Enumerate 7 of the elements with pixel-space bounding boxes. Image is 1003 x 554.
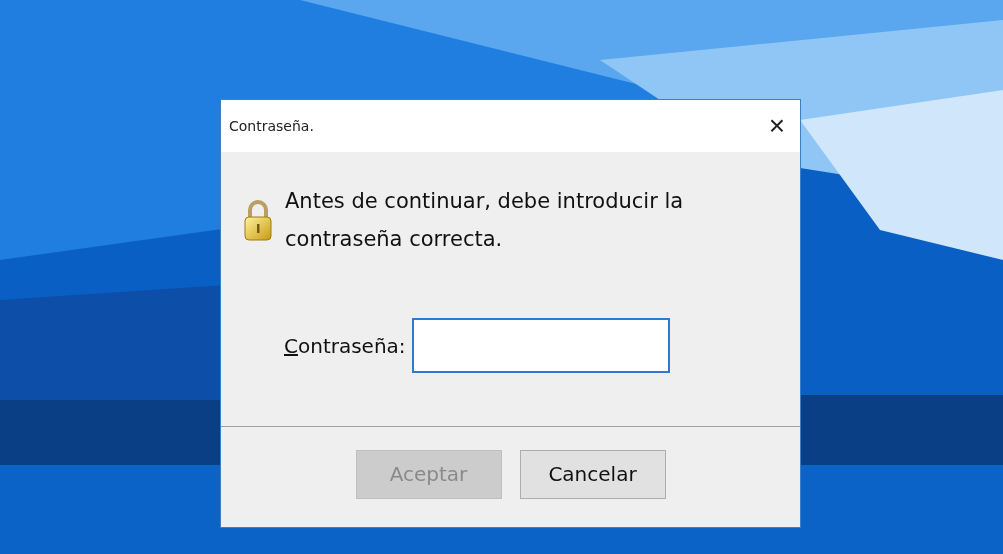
field-label: Contraseña: xyxy=(284,333,406,358)
padlock-icon xyxy=(243,198,273,242)
window-title: Contraseña. xyxy=(229,118,314,134)
cancel-button[interactable]: Cancelar xyxy=(519,449,666,499)
message-text: Antes de continuar, debe introducir la contraseña correcta. xyxy=(285,188,685,253)
password-field[interactable] xyxy=(411,318,670,373)
close-button[interactable]: × xyxy=(754,100,800,152)
